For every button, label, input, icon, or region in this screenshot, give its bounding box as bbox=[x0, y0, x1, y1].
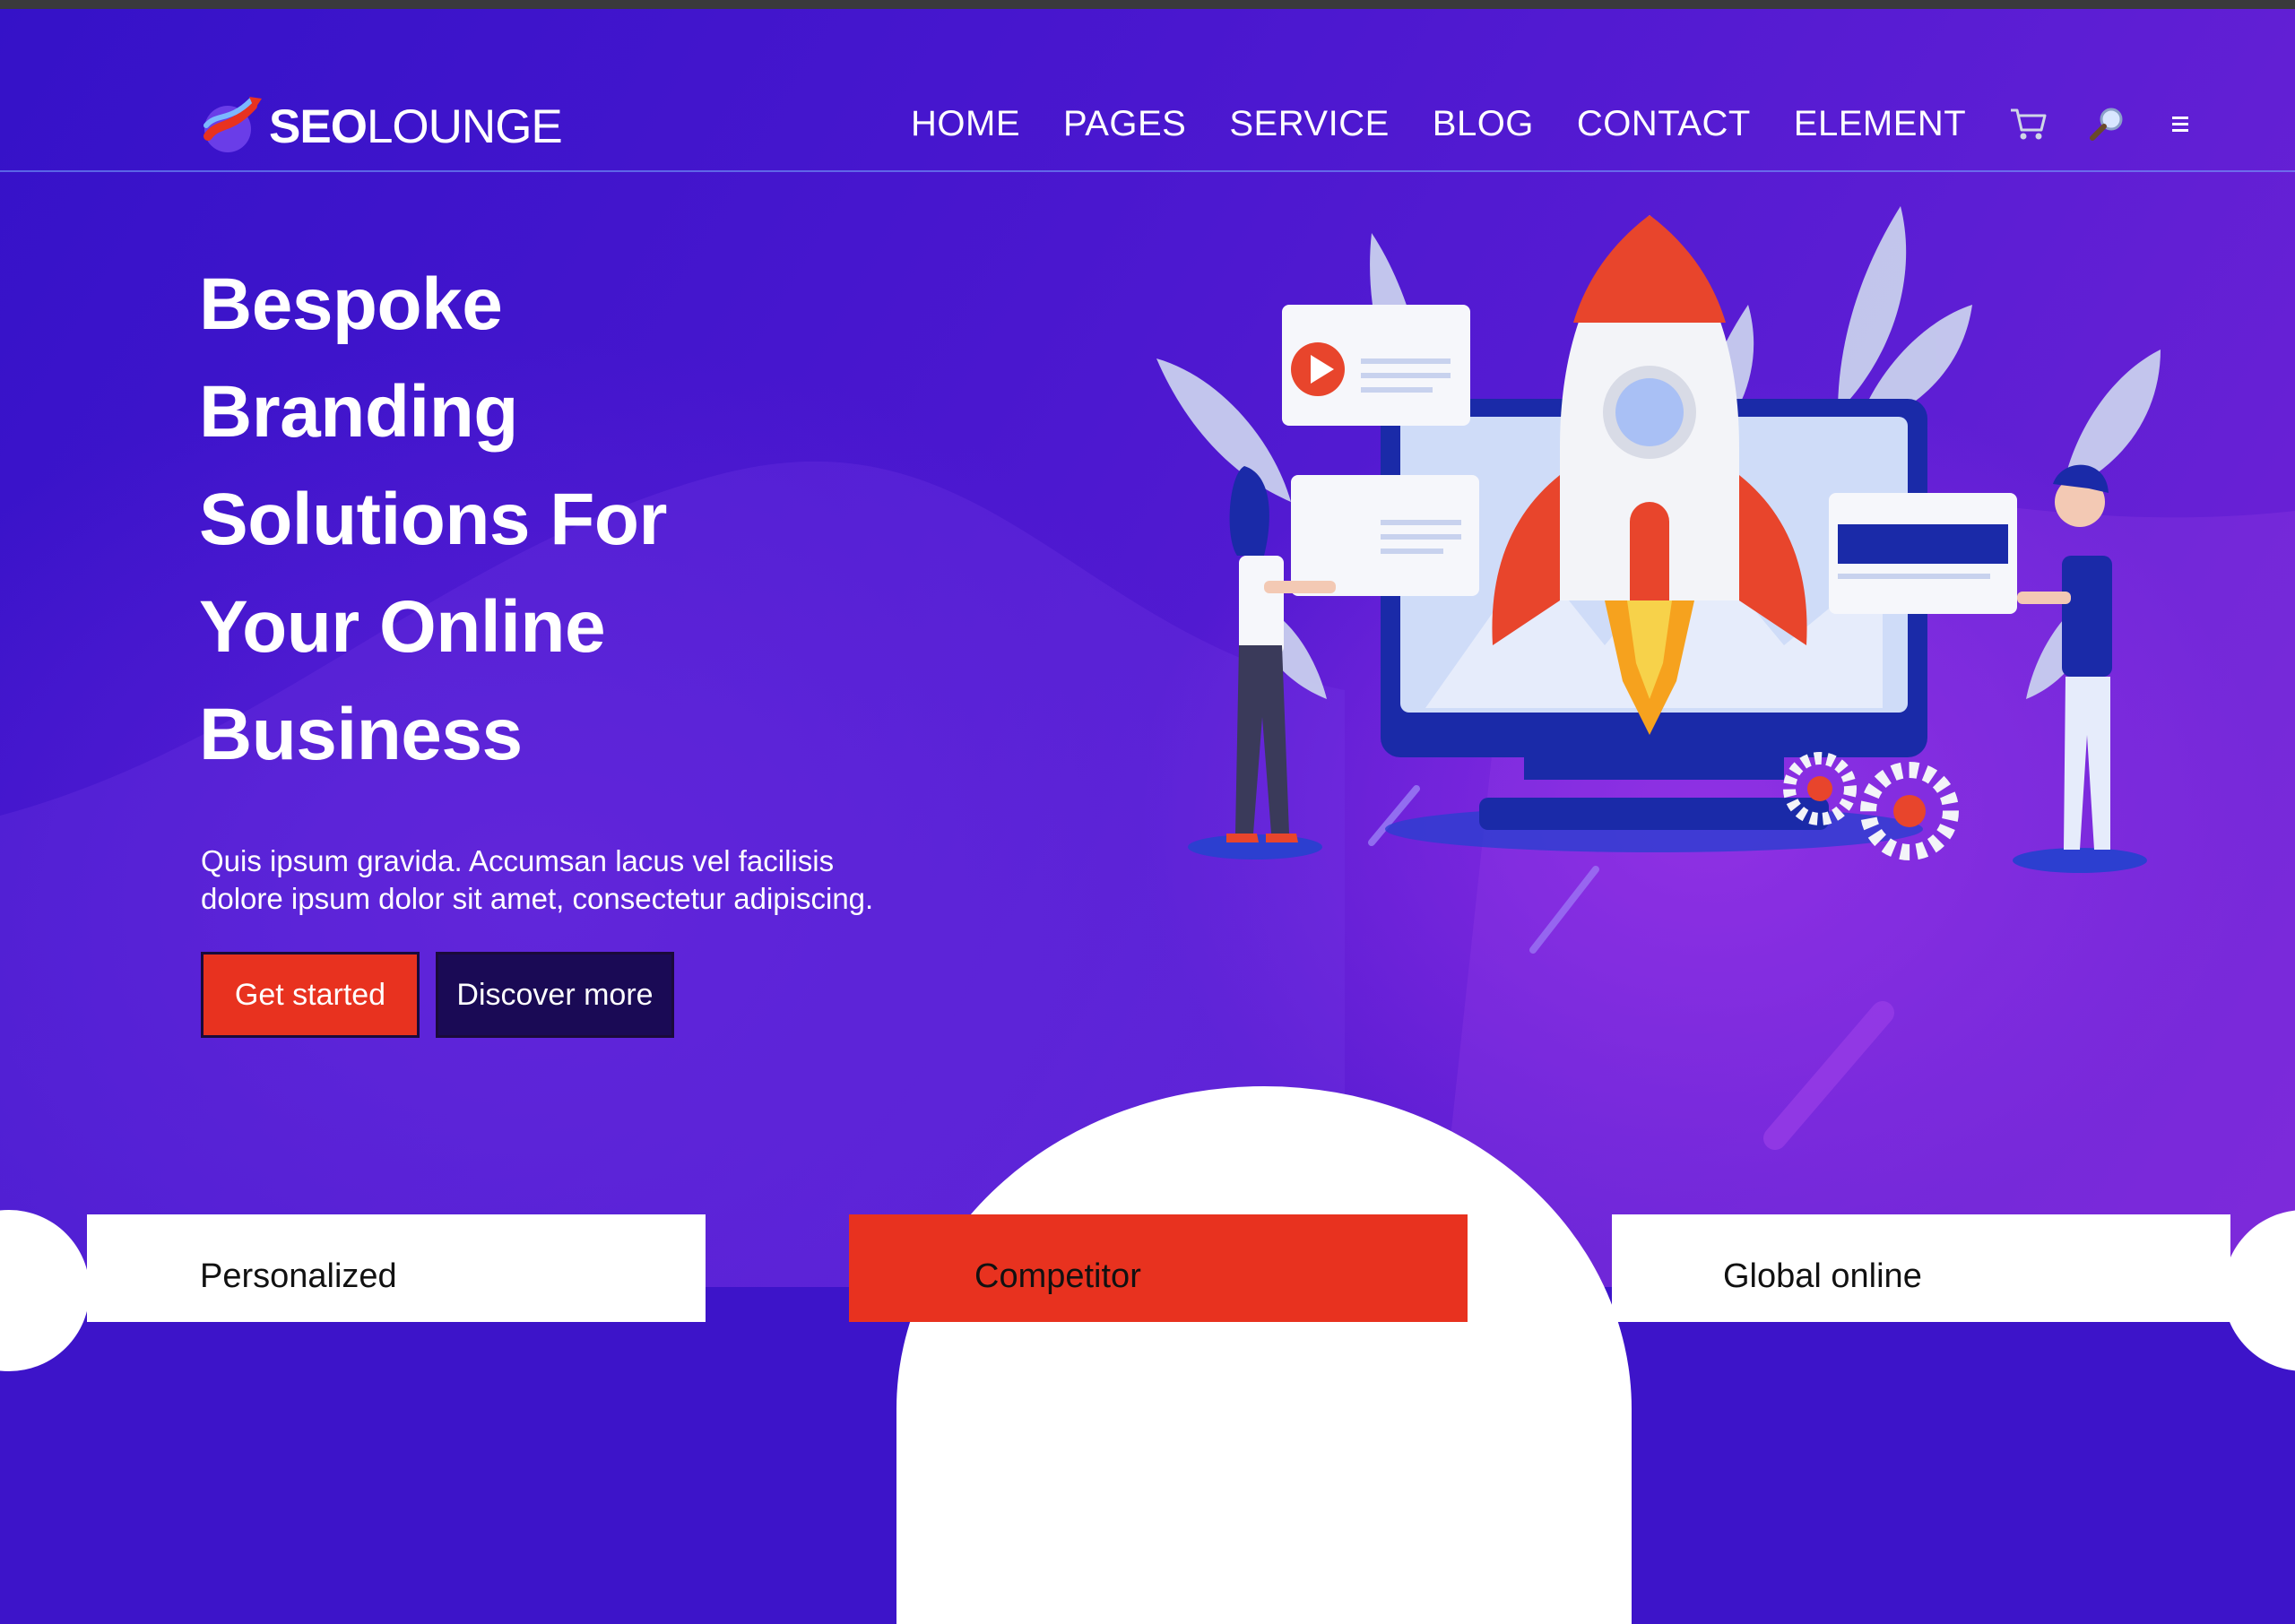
site-logo[interactable]: SEOLOUNGE bbox=[199, 95, 563, 158]
feature-card-title: Global online bbox=[1723, 1257, 1922, 1295]
menu-icon[interactable] bbox=[2165, 117, 2189, 132]
logo-icon bbox=[204, 97, 262, 152]
nav-pages[interactable]: PAGES bbox=[1063, 104, 1186, 144]
hero-title-line: Solutions For bbox=[199, 479, 667, 560]
logo-text-bold: SEO bbox=[269, 99, 368, 153]
nav-contact[interactable]: CONTACT bbox=[1577, 104, 1751, 144]
cart-icon[interactable] bbox=[2009, 107, 2048, 143]
hero-description: Quis ipsum gravida. Accumsan lacus vel f… bbox=[201, 842, 1008, 918]
nav-home[interactable]: HOME bbox=[911, 104, 1020, 144]
hero-title-line: Branding bbox=[199, 371, 518, 453]
hero-description-line: dolore ipsum dolor sit amet, consectetur… bbox=[201, 882, 874, 915]
discover-more-button[interactable]: Discover more bbox=[436, 952, 674, 1038]
feature-card-title: Personalized bbox=[200, 1257, 397, 1295]
hero-title-line: Business bbox=[199, 694, 523, 775]
nav-service[interactable]: SERVICE bbox=[1229, 104, 1389, 144]
hero-title-line: Bespoke bbox=[199, 263, 503, 345]
feature-card-global-online[interactable]: Global online bbox=[1612, 1214, 2230, 1322]
hero-title: Bespoke Branding Solutions For Your Onli… bbox=[199, 251, 827, 789]
hero-title-line: Your Online bbox=[199, 586, 606, 668]
feature-card-competitor[interactable]: Competitor bbox=[849, 1214, 1468, 1322]
feature-card-personalized[interactable]: Personalized bbox=[87, 1214, 706, 1322]
search-icon[interactable] bbox=[2088, 106, 2126, 143]
hero-description-line: Quis ipsum gravida. Accumsan lacus vel f… bbox=[201, 844, 835, 877]
logo-text-light: LOUNGE bbox=[366, 99, 563, 153]
feature-card-title: Competitor bbox=[974, 1257, 1141, 1295]
nav-element[interactable]: ELEMENT bbox=[1794, 104, 1966, 144]
get-started-button[interactable]: Get started bbox=[201, 952, 420, 1038]
nav-blog[interactable]: BLOG bbox=[1433, 104, 1534, 144]
rocket-launch-illustration bbox=[1156, 206, 2161, 873]
browser-top-bar bbox=[0, 0, 2295, 9]
main-nav: HOME PAGES SERVICE BLOG CONTACT ELEMENT bbox=[911, 104, 2228, 144]
site-header: SEOLOUNGE HOME PAGES SERVICE BLOG CONTAC… bbox=[0, 9, 2295, 172]
